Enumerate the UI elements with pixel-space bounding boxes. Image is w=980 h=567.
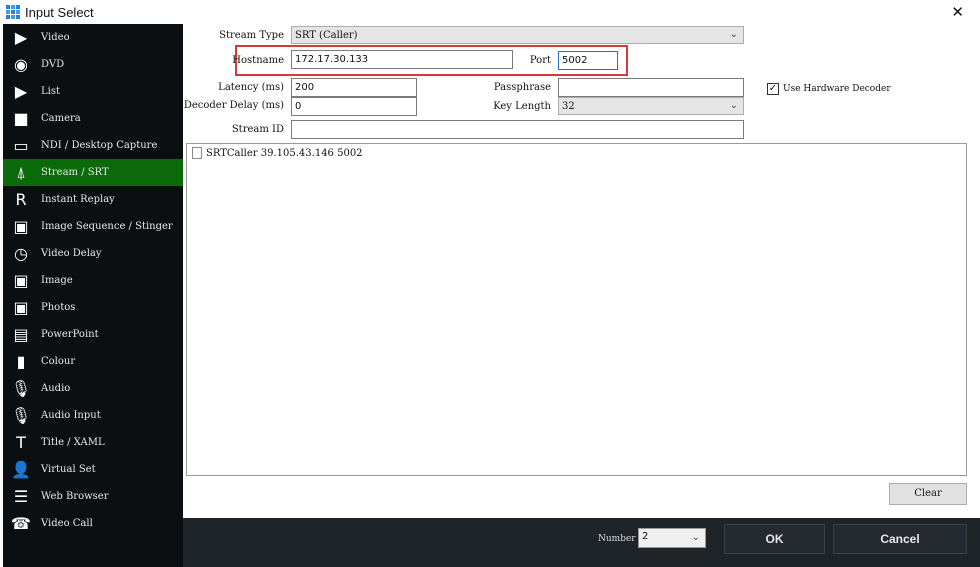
close-icon[interactable]: ✕ [951,3,964,21]
stream-type-label: Stream Type [219,30,284,41]
photos-icon: ▣ [13,298,29,317]
sidebar-item-title-xaml[interactable]: T Title / XAML [3,429,183,456]
input-type-sidebar: ▶ Video ◉ DVD ▶ List ■ Camera ▭ NDI / Desktop Cap… [3,24,183,567]
number-label: Number [598,534,636,544]
sidebar-item-colour[interactable]: ▮ Colour [3,348,183,375]
latency-label: Latency (ms) [218,82,284,93]
replay-icon: R [15,190,27,209]
sidebar-item-label: Camera [41,113,81,124]
window-title: Input Select [25,4,94,20]
chevron-down-icon: ⌄ [691,532,700,543]
sidebar-item-stream-srt[interactable]: ⍋ Stream / SRT [3,159,183,186]
clear-button[interactable]: Clear [889,483,967,505]
sidebar-item-label: Stream / SRT [41,167,109,178]
sidebar-item-label: DVD [41,59,65,70]
hardware-decoder-label: Use Hardware Decoder [783,84,891,94]
browser-icon: ☰ [13,487,29,506]
hostname-input[interactable]: 172.17.30.133 [291,50,513,69]
stream-type-select[interactable]: SRT (Caller) ⌄ [291,26,744,44]
passphrase-input[interactable] [558,78,744,97]
sidebar-item-audio[interactable]: 🎙 Audio [3,375,183,402]
sidebar-item-photos[interactable]: ▣ Photos [3,294,183,321]
latency-input[interactable]: 200 [291,78,417,97]
port-label: Port [529,55,551,66]
colour-icon: ▮ [16,352,26,371]
sidebar-item-label: Title / XAML [41,437,105,448]
title-icon: T [16,433,26,452]
footer-bar: Number 2 ⌄ OK Cancel [183,518,980,567]
hardware-decoder-checkbox[interactable]: ✓ [767,83,779,95]
stream-id-input[interactable] [291,120,744,139]
cancel-button[interactable]: Cancel [833,524,967,554]
sidebar-item-label: Video [41,32,70,43]
sidebar-item-instant-replay[interactable]: R Instant Replay [3,186,183,213]
sidebar-item-audio-input[interactable]: 🎙 Audio Input [3,402,183,429]
port-input[interactable]: 5002 [558,51,618,70]
chevron-down-icon: ⌄ [729,100,738,111]
sidebar-item-label: NDI / Desktop Capture [41,140,158,151]
sidebar-item-video-delay[interactable]: ◷ Video Delay [3,240,183,267]
sidebar-item-list[interactable]: ▶ List [3,78,183,105]
image-sequence-icon: ▣ [13,217,29,236]
sidebar-item-camera[interactable]: ■ Camera [3,105,183,132]
sidebar-item-label: Image [41,275,73,286]
microphone-icon: 🎙 [10,406,32,425]
number-value: 2 [642,531,649,542]
sidebar-item-dvd[interactable]: ◉ DVD [3,51,183,78]
dvd-icon: ◉ [14,55,28,74]
stream-type-value: SRT (Caller) [295,30,358,41]
key-length-label: Key Length [493,101,551,112]
passphrase-label: Passphrase [493,82,551,93]
sidebar-item-label: Audio Input [41,410,101,421]
file-icon [192,147,202,159]
decoder-delay-input[interactable]: 0 [291,97,417,116]
presentation-icon: ▤ [13,325,29,344]
sidebar-item-image-sequence-stinger[interactable]: ▣ Image Sequence / Stinger [3,213,183,240]
sidebar-item-label: Video Delay [41,248,102,259]
antenna-icon: ⍋ [16,162,26,182]
list-item[interactable]: SRTCaller 39.105.43.146 5002 [192,147,966,159]
microphone-icon: 🎙 [10,379,32,398]
number-select[interactable]: 2 ⌄ [638,528,706,548]
sidebar-item-label: Photos [41,302,76,313]
monitor-icon: ▭ [13,136,29,155]
stream-id-label: Stream ID [231,124,284,135]
sidebar-item-label: Instant Replay [41,194,115,205]
sidebar-item-powerpoint[interactable]: ▤ PowerPoint [3,321,183,348]
sidebar-item-video-call[interactable]: ☎ Video Call [3,510,183,537]
decoder-delay-label: Decoder Delay (ms) [183,100,284,111]
app-logo-icon [6,5,20,19]
sidebar-item-label: Virtual Set [41,464,96,475]
sidebar-item-label: List [41,86,60,97]
sidebar-item-image[interactable]: ▣ Image [3,267,183,294]
key-length-value: 32 [562,101,575,112]
person-icon: 👤 [11,460,31,479]
clock-icon: ◷ [14,244,28,263]
video-call-icon: ☎ [11,514,31,533]
sidebar-item-label: Colour [41,356,76,367]
ok-button[interactable]: OK [724,524,825,554]
list-item-label: SRTCaller 39.105.43.146 5002 [206,147,363,159]
sidebar-item-label: PowerPoint [41,329,99,340]
sidebar-item-video[interactable]: ▶ Video [3,24,183,51]
stream-list[interactable]: SRTCaller 39.105.43.146 5002 [186,143,967,476]
video-icon: ▶ [14,28,28,47]
list-icon: ▶ [14,82,28,101]
sidebar-item-label: Image Sequence / Stinger [41,221,173,232]
camera-icon: ■ [13,109,29,128]
sidebar-item-virtual-set[interactable]: 👤 Virtual Set [3,456,183,483]
image-icon: ▣ [13,271,29,290]
title-bar: Input Select ✕ [0,0,980,24]
sidebar-item-label: Video Call [41,518,93,529]
key-length-select[interactable]: 32 ⌄ [558,97,744,115]
sidebar-item-ndi-desktop-capture[interactable]: ▭ NDI / Desktop Capture [3,132,183,159]
sidebar-item-web-browser[interactable]: ☰ Web Browser [3,483,183,510]
sidebar-item-label: Web Browser [41,491,109,502]
sidebar-item-label: Audio [41,383,71,394]
hostname-label: Hostname [232,55,284,66]
chevron-down-icon: ⌄ [729,29,738,40]
